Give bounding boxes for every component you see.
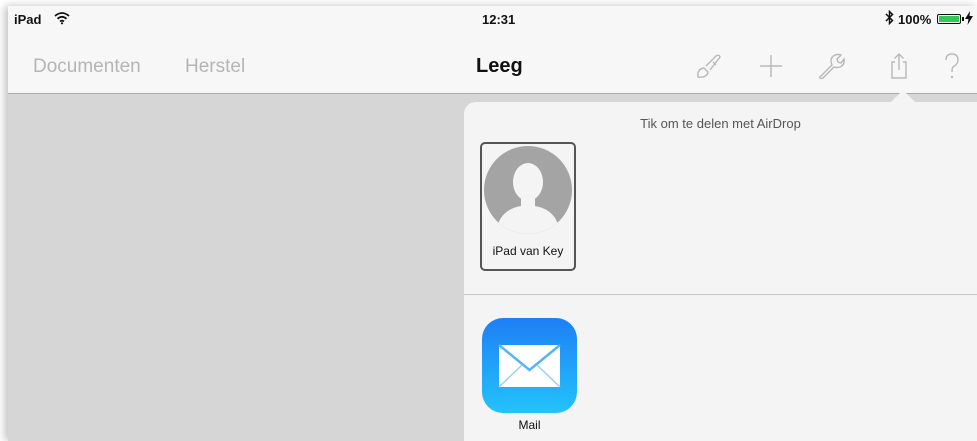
battery-fill [939, 16, 959, 22]
section-divider [464, 294, 977, 295]
help-icon[interactable] [937, 52, 967, 80]
person-silhouette-icon [496, 163, 560, 234]
brush-icon[interactable] [694, 52, 724, 80]
share-popover: Tik om te delen met AirDrop iPad van Key [464, 102, 977, 441]
status-bar: iPad 12:31 100% [8, 6, 977, 32]
navigation-bar: Documenten Herstel Leeg [8, 32, 977, 94]
plus-icon[interactable] [756, 52, 786, 80]
page-title: Leeg [476, 55, 523, 77]
battery-percentage: 100% [898, 12, 932, 27]
airdrop-device-name: iPad van Key [492, 244, 564, 258]
wrench-icon[interactable] [816, 52, 846, 80]
battery-icon [937, 14, 961, 24]
mail-label: Mail [518, 418, 541, 432]
wifi-icon [54, 11, 70, 28]
undo-button[interactable]: Herstel [185, 56, 245, 78]
ipad-screen: iPad 12:31 100% Documenten Herstel Leeg … [8, 6, 977, 441]
mail-share-button[interactable]: Mail [480, 318, 580, 441]
clock: 12:31 [482, 12, 516, 27]
mail-icon [482, 318, 577, 413]
popover-arrow [891, 90, 915, 102]
charging-icon [965, 11, 973, 28]
avatar [484, 146, 572, 234]
airdrop-hint: Tik om te delen met AirDrop [640, 116, 801, 131]
bluetooth-icon [885, 9, 894, 28]
battery-tip [962, 17, 964, 21]
device-name: iPad [14, 12, 42, 27]
airdrop-device[interactable]: iPad van Key [480, 142, 576, 271]
documents-button[interactable]: Documenten [33, 56, 141, 78]
share-icon[interactable] [884, 52, 914, 80]
